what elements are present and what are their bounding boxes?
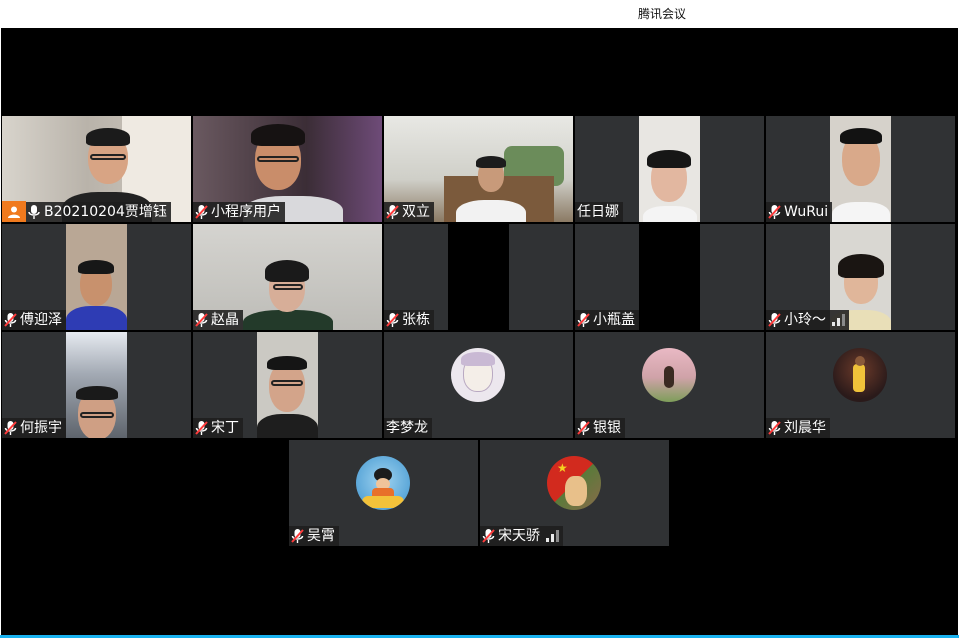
participant-name: 张栋: [402, 312, 430, 328]
participant-tile-8[interactable]: 张栋: [384, 224, 573, 330]
participant-name: 宋天骄: [498, 528, 540, 544]
participant-video: [257, 332, 318, 438]
participant-name: 银银: [593, 420, 621, 436]
mic-muted-icon: [195, 204, 209, 220]
participant-tile-7[interactable]: 赵晶: [193, 224, 382, 330]
participant-avatar: ★: [547, 456, 601, 510]
participant-name: 小程序用户: [211, 204, 281, 220]
participant-name-tag: 张栋: [384, 310, 434, 330]
participant-tile-15[interactable]: 刘晨华: [766, 332, 955, 438]
participant-name-tag: 小程序用户: [193, 202, 285, 222]
participant-tile-11[interactable]: 何振宇: [2, 332, 191, 438]
participant-name-tag: 银银: [575, 418, 625, 438]
participant-video: [66, 224, 127, 330]
mic-muted-icon: [386, 204, 400, 220]
participant-name: 傅迎泽: [20, 312, 62, 328]
participant-name-tag: B20210204贾增钰: [2, 201, 171, 222]
participant-tile-3[interactable]: 双立: [384, 116, 573, 222]
participant-tile-13[interactable]: 李梦龙: [384, 332, 573, 438]
mic-muted-icon: [386, 312, 400, 328]
participant-name-tag: 双立: [384, 202, 434, 222]
participant-video: [830, 116, 891, 222]
participant-name: 双立: [402, 204, 430, 220]
participant-name: 小玲～: [784, 312, 826, 328]
participant-tile-9[interactable]: 小瓶盖: [575, 224, 764, 330]
title-bar: 腾讯会议: [0, 0, 959, 28]
participant-avatar: [451, 348, 505, 402]
participant-tile-1[interactable]: B20210204贾增钰: [2, 116, 191, 222]
participant-avatar: [833, 348, 887, 402]
window-title: 腾讯会议: [638, 7, 687, 21]
participant-name: 刘晨华: [784, 420, 826, 436]
participant-name-tag: 任日娜: [575, 202, 623, 222]
mic-muted-icon: [768, 420, 782, 436]
participant-tile-5[interactable]: WuRui: [766, 116, 955, 222]
participant-name-tag: 小瓶盖: [575, 310, 639, 330]
participant-name: WuRui: [784, 204, 829, 220]
participant-name-tag: 赵晶: [193, 310, 243, 330]
participant-name: 李梦龙: [386, 420, 428, 436]
mic-muted-icon: [195, 420, 209, 436]
signal-strength-icon: [546, 530, 559, 542]
signal-strength-icon: [832, 314, 845, 326]
participant-name: B20210204贾增钰: [44, 204, 167, 220]
participant-tile-2[interactable]: 小程序用户: [193, 116, 382, 222]
host-icon: [2, 201, 26, 222]
participant-name-tag: 李梦龙: [384, 418, 432, 438]
participant-name-tag: 宋丁: [193, 418, 243, 438]
participant-video: [639, 116, 700, 222]
participant-name-tag: 小玲～: [766, 310, 849, 330]
participant-tile-16[interactable]: 吴霄: [289, 440, 478, 546]
participant-tile-10[interactable]: 小玲～: [766, 224, 955, 330]
participant-name-tag: 吴霄: [289, 526, 339, 546]
participant-name: 小瓶盖: [593, 312, 635, 328]
participant-name-tag: WuRui: [766, 202, 833, 222]
mic-on-icon: [28, 204, 42, 220]
participant-name: 任日娜: [577, 204, 619, 220]
participant-avatar: [642, 348, 696, 402]
participant-avatar: [356, 456, 410, 510]
participant-name: 何振宇: [20, 420, 62, 436]
mic-muted-icon: [577, 312, 591, 328]
mic-muted-icon: [577, 420, 591, 436]
participant-tile-12[interactable]: 宋丁: [193, 332, 382, 438]
participant-name: 赵晶: [211, 312, 239, 328]
mic-muted-icon: [195, 312, 209, 328]
participant-tile-17[interactable]: ★ 宋天骄: [480, 440, 669, 546]
participant-name: 宋丁: [211, 420, 239, 436]
mic-muted-icon: [482, 528, 496, 544]
participant-name: 吴霄: [307, 528, 335, 544]
mic-muted-icon: [768, 312, 782, 328]
participant-video: [448, 224, 509, 330]
participant-name-tag: 刘晨华: [766, 418, 830, 438]
mic-muted-icon: [4, 312, 18, 328]
participant-tile-6[interactable]: 傅迎泽: [2, 224, 191, 330]
mic-muted-icon: [768, 204, 782, 220]
participant-tile-14[interactable]: 银银: [575, 332, 764, 438]
participant-name-tag: 宋天骄: [480, 526, 563, 546]
participant-video: [639, 224, 700, 330]
participant-tile-4[interactable]: 任日娜: [575, 116, 764, 222]
participant-name-tag: 何振宇: [2, 418, 66, 438]
mic-muted-icon: [4, 420, 18, 436]
participant-video: [66, 332, 127, 438]
participant-name-tag: 傅迎泽: [2, 310, 66, 330]
mic-muted-icon: [291, 528, 305, 544]
